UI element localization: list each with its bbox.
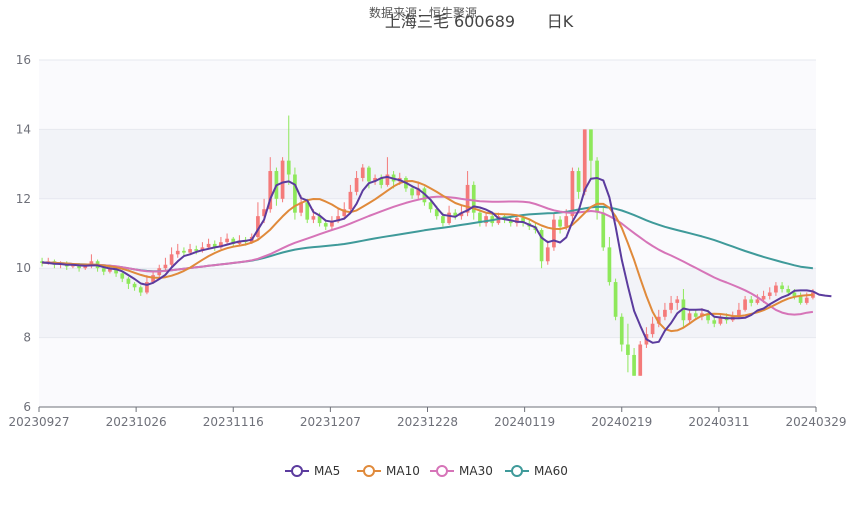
candle-body [767, 292, 772, 296]
candle-body [687, 313, 692, 321]
candle-body [169, 254, 174, 265]
candle-body [638, 344, 643, 376]
candle-body [601, 212, 606, 248]
x-tick-label: 20231026 [106, 415, 167, 429]
candle-body [101, 268, 106, 272]
x-axis-ticks: 20230927 20231026 20231116 20231207 20231228… [8, 407, 847, 429]
legend-label: MA30 [459, 464, 493, 478]
candle-body [712, 320, 717, 324]
x-tick-label: 20231228 [397, 415, 458, 429]
candle-body [163, 264, 168, 269]
candle-body [774, 285, 778, 293]
y-tick-label: 6 [23, 400, 31, 414]
candle-body [650, 323, 655, 335]
grid-bands [39, 60, 816, 407]
y-axis-ticks: 6 8 10 12 14 16 [16, 53, 31, 414]
candle-body [564, 216, 569, 227]
candle-body [780, 285, 784, 290]
legend-swatch-marker [436, 465, 448, 477]
candle-body [447, 212, 451, 224]
candle-body [626, 344, 630, 355]
candle-body [632, 354, 636, 376]
candle-body [675, 299, 680, 303]
grid-band [39, 198, 816, 269]
candle-body [619, 316, 624, 345]
candle-body [138, 287, 143, 293]
candle-body [132, 283, 137, 288]
candle-body [441, 216, 445, 224]
candle-body [120, 273, 125, 279]
legend-label: MA60 [534, 464, 568, 478]
candle-body [206, 243, 211, 248]
candle-body [225, 238, 229, 243]
x-tick-label: 20230927 [8, 415, 69, 429]
legend-swatch-marker [511, 465, 523, 477]
legend-label: MA10 [386, 464, 420, 478]
x-tick-label: 20240329 [785, 415, 846, 429]
y-tick-label: 12 [16, 192, 31, 206]
candle-body [693, 313, 698, 317]
chart-title: 上海三毛 600689 [385, 12, 515, 31]
candle-body [367, 167, 371, 182]
candle-body [558, 219, 562, 227]
kline-chart: 6 8 10 12 14 16 20230927 20231026 20231116 20231… [8, 5, 847, 478]
x-tick-label: 20231207 [300, 415, 361, 429]
candle-body [582, 129, 587, 192]
candle-body [188, 249, 192, 253]
candle-body [348, 191, 353, 210]
candle-body [792, 292, 797, 296]
candle-body [743, 299, 747, 310]
candle-body [354, 177, 359, 192]
candle-body [280, 160, 285, 199]
candle-body [761, 295, 766, 300]
x-tick-label: 20240311 [688, 415, 749, 429]
legend: MA5 MA10 MA30 MA60 [285, 464, 568, 478]
candle-body [175, 250, 180, 255]
candle-body [428, 202, 433, 210]
grid-band [39, 129, 816, 199]
candle-body [607, 247, 612, 283]
x-tick-label: 20240219 [591, 415, 652, 429]
candle-body [286, 160, 291, 175]
y-tick-label: 10 [16, 261, 31, 275]
candle-body [749, 299, 754, 303]
x-tick-label: 20240119 [494, 415, 555, 429]
candle-body [663, 309, 667, 317]
legend-swatch-marker [363, 465, 375, 477]
candle-body [669, 302, 673, 310]
legend-swatch-marker [291, 465, 303, 477]
grid-band [39, 60, 816, 130]
x-tick-label: 20231116 [203, 415, 264, 429]
candle-body [576, 171, 581, 192]
candle-body [552, 219, 556, 248]
grid-band [39, 337, 816, 407]
candle-body [410, 188, 414, 196]
chart-period-label: 日K [547, 12, 574, 31]
y-tick-label: 8 [23, 331, 31, 345]
candle-body [786, 289, 791, 293]
candle-body [126, 278, 131, 284]
candle-body [182, 250, 186, 253]
candle-body [545, 247, 550, 262]
candle-body [360, 167, 365, 178]
y-tick-label: 16 [16, 53, 31, 67]
candle-body [804, 297, 809, 303]
candle-body [311, 216, 316, 220]
legend-label: MA5 [314, 464, 340, 478]
candle-body [613, 282, 618, 317]
candle-body [589, 129, 593, 161]
candle-body [570, 171, 575, 217]
candle-body [755, 299, 760, 303]
y-tick-label: 14 [16, 122, 31, 136]
candle-body [323, 223, 328, 227]
